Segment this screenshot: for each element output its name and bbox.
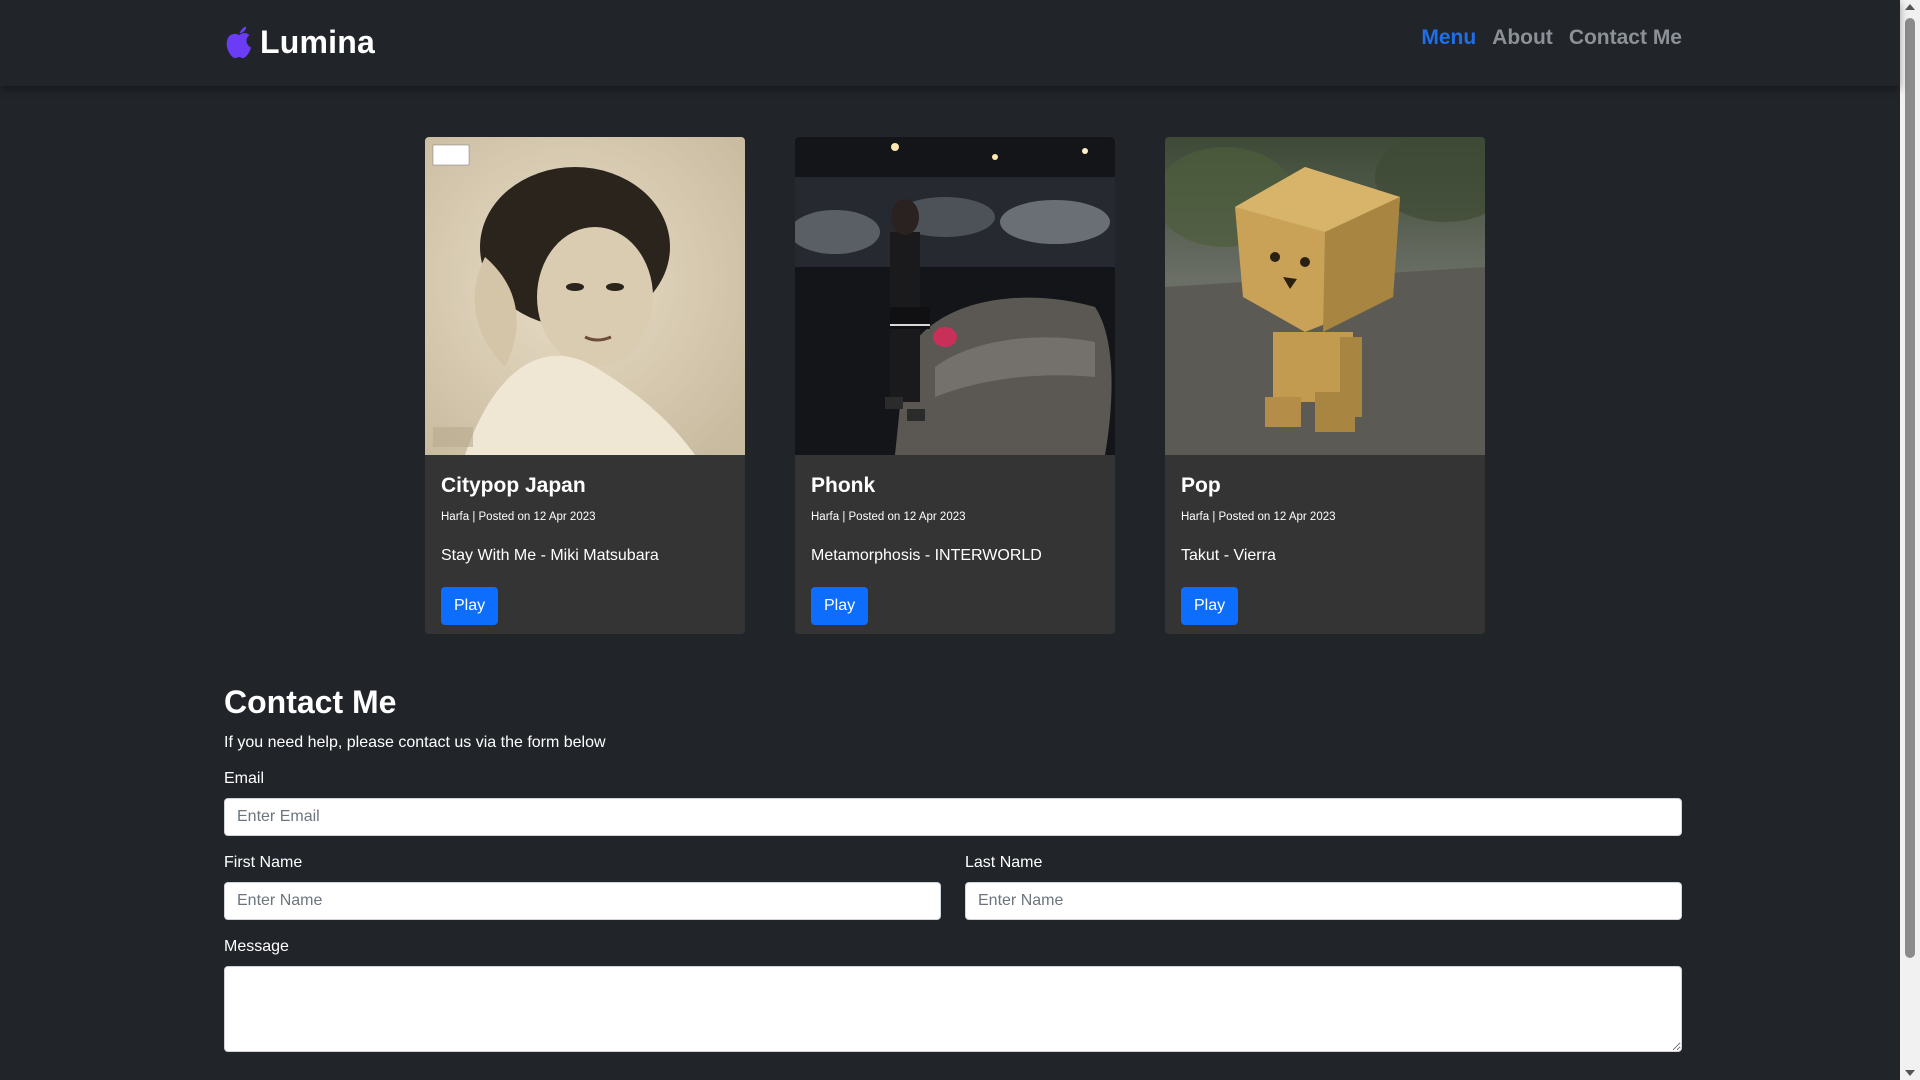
- message-label: Message: [224, 938, 289, 955]
- card-list: Citypop Japan Harfa | Posted on 12 Apr 2…: [425, 137, 1485, 634]
- card-meta: Harfa | Posted on 12 Apr 2023: [1181, 511, 1336, 523]
- first-name-label: First Name: [224, 854, 303, 871]
- brand-name: Lumina: [260, 23, 375, 60]
- card-phonk: Phonk Harfa | Posted on 12 Apr 2023 Meta…: [795, 137, 1115, 634]
- scroll-down-arrow-icon[interactable]: [1905, 1070, 1915, 1076]
- contact-title: Contact Me: [224, 684, 397, 720]
- scroll-thumb[interactable]: [1905, 18, 1915, 958]
- card-meta: Harfa | Posted on 12 Apr 2023: [811, 511, 966, 523]
- message-group: Message: [224, 936, 1682, 1057]
- last-name-label: Last Name: [965, 854, 1043, 871]
- name-row: First Name Last Name: [224, 852, 1682, 920]
- card-song: Takut - Vierra: [1181, 547, 1276, 564]
- last-name-field[interactable]: [965, 882, 1682, 920]
- card-song: Metamorphosis - INTERWORLD: [811, 547, 1042, 564]
- card-title: Pop: [1181, 474, 1221, 497]
- last-name-group: Last Name: [965, 852, 1682, 920]
- nav-item-contact[interactable]: Contact Me: [1569, 26, 1682, 49]
- nav-item-menu[interactable]: Menu: [1421, 26, 1476, 49]
- box-robot-photo: [1165, 137, 1485, 455]
- contact-section: Contact Me If you need help, please cont…: [224, 680, 1682, 1057]
- nav-menu: Menu About Contact Me: [1421, 26, 1682, 50]
- play-button[interactable]: Play: [441, 587, 499, 625]
- night-car-photo: [795, 137, 1115, 455]
- scroll-up-arrow-icon[interactable]: [1905, 4, 1915, 10]
- first-name-field[interactable]: [224, 882, 941, 920]
- message-field[interactable]: [224, 966, 1682, 1052]
- nav-item-about[interactable]: About: [1492, 26, 1553, 49]
- album-cover-photo: [425, 137, 745, 455]
- play-button[interactable]: Play: [811, 587, 869, 625]
- navbar: Lumina Menu About Contact Me: [0, 0, 1900, 86]
- card-citypop: Citypop Japan Harfa | Posted on 12 Apr 2…: [425, 137, 745, 634]
- card-song: Stay With Me - Miki Matsubara: [441, 547, 659, 564]
- card-meta: Harfa | Posted on 12 Apr 2023: [441, 511, 596, 523]
- email-group: Email: [224, 768, 1682, 836]
- play-button[interactable]: Play: [1181, 587, 1239, 625]
- first-name-group: First Name: [224, 852, 941, 920]
- page-scrollbar[interactable]: [1900, 0, 1920, 1080]
- card-title: Phonk: [811, 474, 876, 497]
- email-label: Email: [224, 770, 265, 787]
- card-pop: Pop Harfa | Posted on 12 Apr 2023 Takut …: [1165, 137, 1485, 634]
- contact-subtitle: If you need help, please contact us via …: [224, 734, 606, 751]
- brand-link[interactable]: Lumina: [224, 18, 375, 66]
- apple-icon: [226, 26, 251, 59]
- card-title: Citypop Japan: [441, 474, 586, 497]
- email-field[interactable]: [224, 798, 1682, 836]
